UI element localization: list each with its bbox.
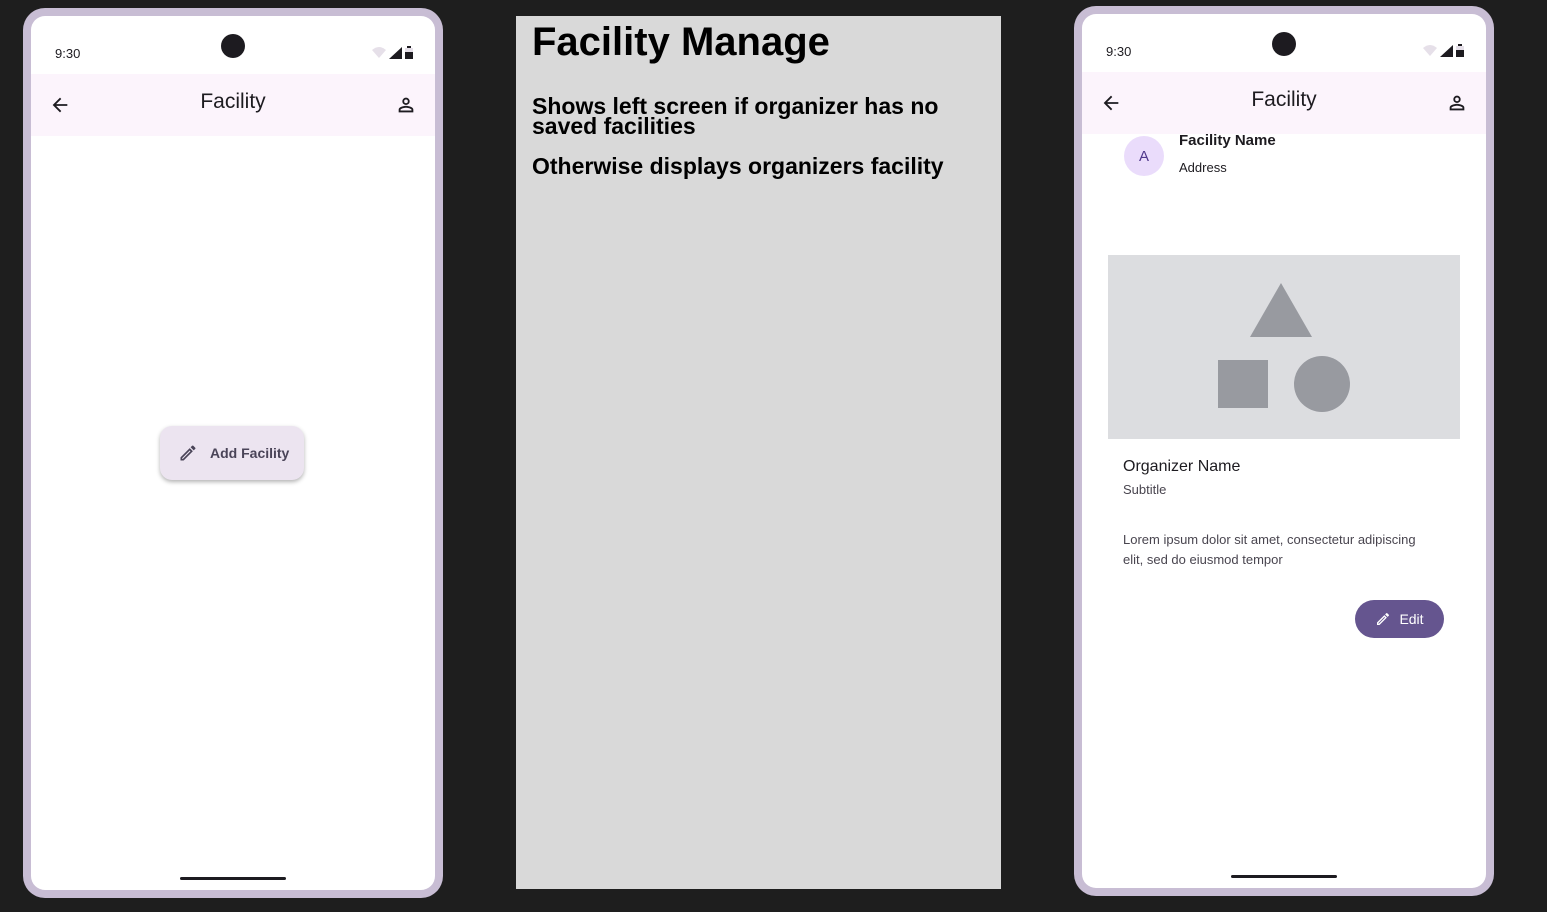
status-time: 9:30 (1106, 44, 1132, 59)
page-title: Facility (1251, 88, 1317, 111)
left-phone-frame: 9:30 Facility Add Facility (23, 8, 443, 898)
right-phone-frame: 9:30 Facility A Facility Name Address Or… (1074, 6, 1494, 896)
notes-line-2: Otherwise displays organizers facility (532, 153, 944, 179)
person-icon[interactable] (395, 94, 417, 116)
facility-description: Lorem ipsum dolor sit amet, consectetur … (1123, 532, 1416, 567)
home-indicator (180, 877, 286, 880)
top-app-bar: Facility (31, 74, 435, 136)
pencil-icon (180, 445, 196, 461)
facility-address: Address (1179, 160, 1227, 175)
camera-cutout (1272, 32, 1296, 56)
status-time: 9:30 (55, 46, 81, 61)
add-facility-label: Add Facility (210, 445, 290, 461)
notes-heading: Facility Manage (532, 20, 830, 64)
add-facility-button[interactable]: Add Facility (160, 426, 304, 480)
right-phone-screen: 9:30 Facility A Facility Name Address Or… (1082, 14, 1486, 888)
status-icons (1423, 44, 1464, 57)
person-icon[interactable] (1446, 92, 1468, 114)
home-indicator (1231, 875, 1337, 878)
notes-panel: Facility Manage Shows left screen if org… (516, 16, 1001, 889)
facility-name: Facility Name (1179, 132, 1276, 149)
battery-icon (405, 46, 413, 59)
camera-cutout (221, 34, 245, 58)
facility-card-header: A Facility Name Address (1108, 132, 1470, 204)
edit-button[interactable]: Edit (1355, 600, 1444, 638)
status-bar: 9:30 (1082, 14, 1486, 72)
wifi-icon (1423, 44, 1437, 56)
status-icons (372, 46, 413, 59)
page-title: Facility (200, 90, 266, 113)
wifi-icon (372, 46, 386, 58)
left-phone-screen: 9:30 Facility Add Facility (31, 16, 435, 890)
battery-icon (1456, 44, 1464, 57)
signal-icon (389, 46, 402, 59)
avatar: A (1124, 136, 1164, 176)
notes-line-1: Shows left screen if organizer has no sa… (532, 93, 939, 139)
signal-icon (1440, 44, 1453, 57)
status-bar: 9:30 (31, 16, 435, 74)
shapes-placeholder-icon (1218, 283, 1350, 412)
organizer-name: Organizer Name (1123, 458, 1241, 475)
top-app-bar: Facility (1082, 72, 1486, 134)
edit-button-label: Edit (1399, 611, 1424, 627)
facility-image-placeholder (1108, 255, 1460, 439)
organizer-subtitle: Subtitle (1123, 482, 1167, 497)
pencil-icon (1377, 612, 1390, 625)
